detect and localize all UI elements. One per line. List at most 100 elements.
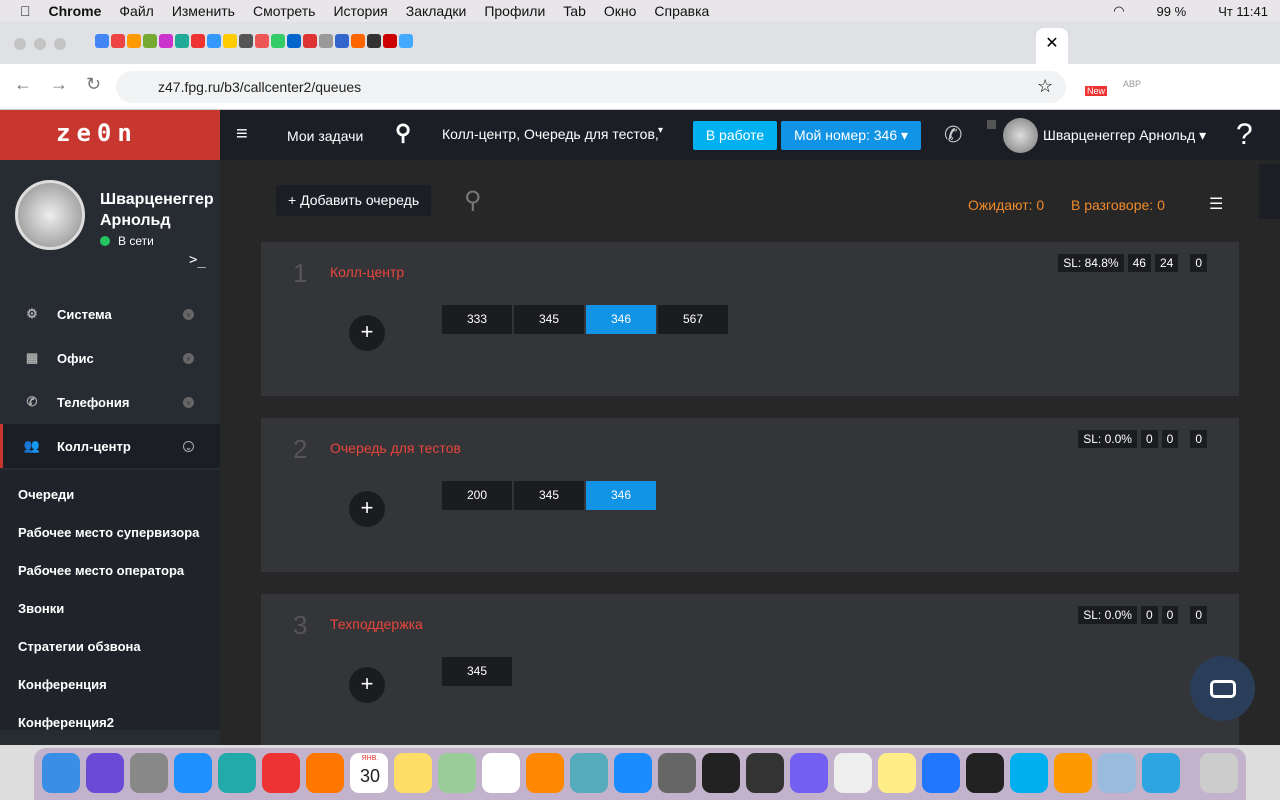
chevron-down-icon[interactable]: ▾ bbox=[658, 125, 663, 136]
add-agent-button[interactable]: + bbox=[349, 315, 385, 351]
menu-bookmarks[interactable]: Закладки bbox=[406, 3, 467, 19]
submenu-queues[interactable]: Очереди bbox=[18, 487, 74, 502]
bookmark-star-icon[interactable]: ☆ bbox=[1037, 76, 1053, 97]
dock-siri[interactable] bbox=[86, 753, 124, 793]
add-agent-button[interactable]: + bbox=[349, 491, 385, 527]
submenu-dial-strategies[interactable]: Стратегии обзвона bbox=[18, 639, 141, 654]
dock-appstore[interactable] bbox=[614, 753, 652, 793]
submenu-calls[interactable]: Звонки bbox=[18, 601, 64, 616]
agent-extension[interactable]: 333 bbox=[442, 305, 512, 334]
side-widget-tab[interactable] bbox=[1259, 164, 1280, 219]
list-view-icon[interactable]: ☰ bbox=[1209, 194, 1223, 214]
dock-safari[interactable] bbox=[174, 753, 212, 793]
dock-app3[interactable] bbox=[746, 753, 784, 793]
active-tab-close[interactable]: ✕ bbox=[1036, 28, 1068, 64]
dock-trash[interactable] bbox=[1200, 753, 1238, 793]
hamburger-menu-icon[interactable]: ≡ bbox=[236, 123, 248, 146]
dock-sublime[interactable] bbox=[1054, 753, 1092, 793]
dock-telegram[interactable] bbox=[1142, 753, 1180, 793]
profile-status: В сети bbox=[118, 234, 154, 248]
dock-viber[interactable] bbox=[790, 753, 828, 793]
logo[interactable]: ze0n bbox=[0, 110, 220, 160]
profile-name-line2: Арнольд bbox=[100, 212, 171, 229]
reload-icon[interactable]: ↻ bbox=[86, 74, 101, 95]
dock-chrome[interactable] bbox=[262, 753, 300, 793]
back-icon[interactable]: ← bbox=[14, 74, 32, 95]
window-minimize-button[interactable] bbox=[34, 38, 46, 50]
console-icon[interactable]: >_ bbox=[189, 252, 206, 268]
user-avatar[interactable] bbox=[1003, 118, 1038, 153]
apple-icon[interactable]:  bbox=[20, 3, 31, 19]
dock-app2[interactable] bbox=[570, 753, 608, 793]
dock-preview[interactable] bbox=[1098, 753, 1136, 793]
dock-notes[interactable] bbox=[394, 753, 432, 793]
search-icon[interactable]: ⚲ bbox=[395, 120, 411, 146]
dock-skype[interactable] bbox=[1010, 753, 1048, 793]
sidebar-item-office[interactable]: ▦ Офис › bbox=[0, 336, 220, 380]
work-status-button[interactable]: В работе bbox=[693, 121, 777, 150]
agent-extension[interactable]: 346 bbox=[586, 481, 656, 510]
menu-history[interactable]: История bbox=[333, 3, 387, 19]
menu-profiles[interactable]: Профили bbox=[484, 3, 545, 19]
queue-title[interactable]: Очередь для тестов bbox=[330, 440, 461, 456]
add-queue-button[interactable]: + Добавить очередь bbox=[276, 185, 432, 216]
my-tasks-link[interactable]: Мои задачи bbox=[287, 128, 363, 144]
menu-file[interactable]: Файл bbox=[119, 3, 153, 19]
pinned-tabs[interactable] bbox=[95, 34, 413, 48]
dock-app4[interactable] bbox=[922, 753, 960, 793]
sidebar-item-callcenter[interactable]: 👥 Колл-центр ⌄ bbox=[0, 424, 220, 468]
menu-window[interactable]: Окно bbox=[604, 3, 637, 19]
agent-extension[interactable]: 567 bbox=[658, 305, 728, 334]
dock-activity-monitor[interactable] bbox=[966, 753, 1004, 793]
dock-maps[interactable] bbox=[438, 753, 476, 793]
agent-extension[interactable]: 345 bbox=[442, 657, 512, 686]
dock-settings[interactable] bbox=[658, 753, 696, 793]
phone-icon[interactable]: ✆ bbox=[944, 122, 962, 148]
agent-extension[interactable]: 345 bbox=[514, 481, 584, 510]
window-close-button[interactable] bbox=[14, 38, 26, 50]
menu-edit[interactable]: Изменить bbox=[172, 3, 235, 19]
queue-search-icon[interactable]: ⚲ bbox=[464, 186, 482, 215]
forward-icon[interactable]: → bbox=[50, 74, 68, 95]
submenu-operator[interactable]: Рабочее место оператора bbox=[18, 563, 184, 578]
dock-photos[interactable] bbox=[482, 753, 520, 793]
stat-badge: 0 bbox=[1140, 606, 1158, 624]
queue-title[interactable]: Колл-центр bbox=[330, 264, 404, 280]
dock-terminal[interactable] bbox=[702, 753, 740, 793]
wifi-icon[interactable]: ◠ bbox=[1113, 3, 1124, 19]
menu-view[interactable]: Смотреть bbox=[253, 3, 315, 19]
dock-stickies[interactable] bbox=[878, 753, 916, 793]
submenu-conference2[interactable]: Конференция2 bbox=[18, 715, 114, 730]
dock-textedit[interactable] bbox=[834, 753, 872, 793]
submenu-supervisor[interactable]: Рабочее место супервизора bbox=[18, 525, 199, 540]
my-number-dropdown[interactable]: Мой номер: 346 ▾ bbox=[781, 121, 921, 150]
stat-badge: 0 bbox=[1161, 606, 1179, 624]
url-input[interactable]: z47.fpg.ru/b3/callcenter2/queues bbox=[116, 71, 1066, 103]
user-menu[interactable]: Шварценеггер Арнольд ▾ bbox=[1043, 127, 1206, 144]
sidebar-item-telephony[interactable]: ✆ Телефония › bbox=[0, 380, 220, 424]
menu-chrome[interactable]: Chrome bbox=[49, 3, 102, 19]
queue-title[interactable]: Техподдержка bbox=[330, 616, 423, 632]
add-agent-button[interactable]: + bbox=[349, 667, 385, 703]
dock-firefox[interactable] bbox=[306, 753, 344, 793]
menu-help[interactable]: Справка bbox=[654, 3, 709, 19]
submenu-conference[interactable]: Конференция bbox=[18, 677, 107, 692]
dock-launchpad[interactable] bbox=[130, 753, 168, 793]
agent-extension[interactable]: 346 bbox=[586, 305, 656, 334]
new-badge[interactable]: New bbox=[1085, 86, 1108, 96]
chatbot-button[interactable] bbox=[1190, 656, 1255, 721]
dock-calendar[interactable]: ЯНВ. 30 bbox=[350, 753, 388, 793]
dock-books[interactable] bbox=[526, 753, 564, 793]
agent-extension[interactable]: 345 bbox=[514, 305, 584, 334]
menu-tab[interactable]: Tab bbox=[563, 3, 586, 19]
dock-finder[interactable] bbox=[42, 753, 80, 793]
window-zoom-button[interactable] bbox=[54, 38, 66, 50]
dock-app[interactable] bbox=[218, 753, 256, 793]
context-selector[interactable]: Колл-центр, Очередь для тестов, bbox=[442, 126, 670, 142]
battery-text[interactable]: 99 % bbox=[1157, 4, 1187, 19]
agent-extension[interactable]: 200 bbox=[442, 481, 512, 510]
abp-extension[interactable]: ABP bbox=[1123, 79, 1141, 89]
help-icon[interactable]: ? bbox=[1236, 118, 1253, 152]
sidebar-item-system[interactable]: ⚙ Система › bbox=[0, 292, 220, 336]
clock[interactable]: Чт 11:41 bbox=[1218, 4, 1268, 19]
